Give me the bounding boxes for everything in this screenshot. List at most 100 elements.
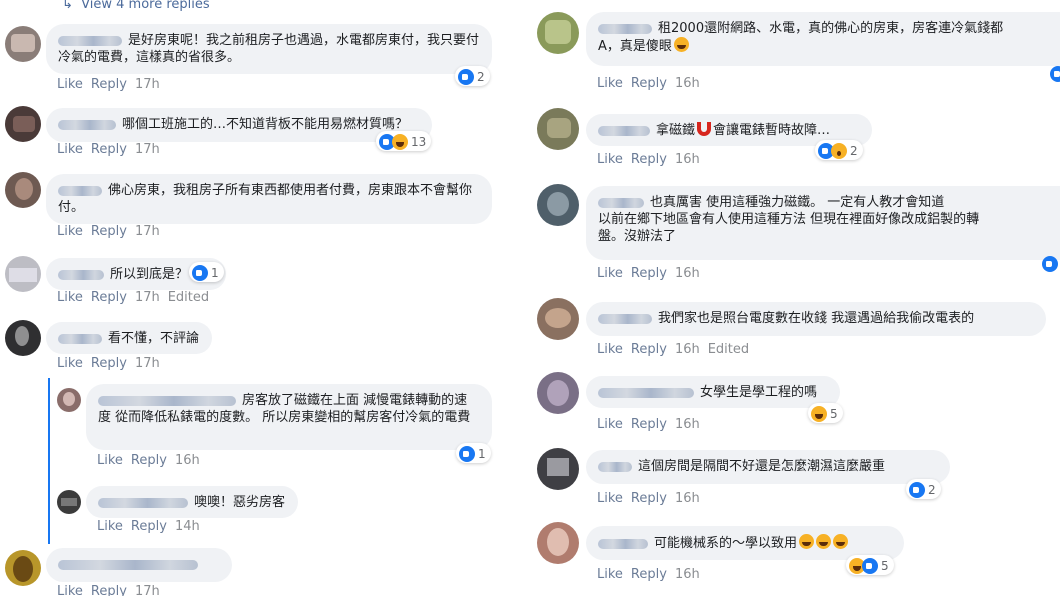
reaction-summary[interactable]: 13 <box>376 131 432 151</box>
like-link[interactable]: Like <box>597 567 623 582</box>
avatar[interactable] <box>5 26 41 62</box>
reply-link[interactable]: Reply <box>91 142 127 157</box>
timestamp[interactable]: 17h <box>135 224 160 239</box>
like-link[interactable]: Like <box>57 224 83 239</box>
comment-bubble: 這個房間是隔間不好還是怎麼潮濕這麼嚴重 <box>586 450 950 484</box>
timestamp[interactable]: 16h <box>675 152 700 167</box>
reply-link[interactable]: Reply <box>131 453 167 468</box>
commenter-name[interactable] <box>598 197 644 208</box>
commenter-name[interactable] <box>598 461 632 472</box>
avatar[interactable] <box>57 490 81 514</box>
like-reaction-icon[interactable] <box>1042 256 1058 272</box>
comment-meta: Like Reply 16h Edited <box>597 342 757 357</box>
reaction-summary[interactable]: 1 <box>456 443 491 463</box>
like-link[interactable]: Like <box>597 76 623 91</box>
reply-link[interactable]: Reply <box>91 584 127 596</box>
like-link[interactable]: Like <box>57 584 83 596</box>
commenter-name[interactable] <box>58 119 116 130</box>
avatar[interactable] <box>5 106 41 142</box>
timestamp[interactable]: 16h <box>675 417 700 432</box>
commenter-name[interactable] <box>598 23 652 34</box>
avatar[interactable] <box>5 172 41 208</box>
avatar[interactable] <box>537 108 579 150</box>
reply-link[interactable]: Reply <box>631 76 667 91</box>
reaction-summary[interactable]: 2 <box>455 66 490 86</box>
like-link[interactable]: Like <box>57 356 83 371</box>
view-more-replies-link[interactable]: ↳ View 4 more replies <box>62 0 210 12</box>
reaction-summary[interactable]: 2 <box>815 140 863 160</box>
like-link[interactable]: Like <box>57 77 83 92</box>
reply-link[interactable]: Reply <box>631 152 667 167</box>
reaction-summary[interactable]: 2 <box>906 479 941 499</box>
timestamp[interactable]: 16h <box>675 567 700 582</box>
timestamp[interactable]: 14h <box>175 519 200 534</box>
comment-meta: Like Reply 16h <box>597 152 708 167</box>
reply-link[interactable]: Reply <box>631 491 667 506</box>
commenter-name[interactable] <box>58 559 198 570</box>
timestamp[interactable]: 16h <box>675 491 700 506</box>
timestamp[interactable]: 17h <box>135 584 160 596</box>
commenter-name[interactable] <box>598 313 652 324</box>
reply-link[interactable]: Reply <box>91 77 127 92</box>
avatar[interactable] <box>537 448 579 490</box>
avatar[interactable] <box>5 320 41 356</box>
avatar[interactable] <box>537 522 579 564</box>
avatar[interactable] <box>537 184 579 226</box>
wow-reaction-icon <box>831 143 847 159</box>
like-link[interactable]: Like <box>597 417 623 432</box>
commenter-name[interactable] <box>58 333 102 344</box>
like-link[interactable]: Like <box>597 266 623 281</box>
timestamp[interactable]: 16h <box>675 266 700 281</box>
commenter-name[interactable] <box>58 185 102 196</box>
timestamp[interactable]: 17h <box>135 77 160 92</box>
commenter-name[interactable] <box>598 387 694 398</box>
avatar[interactable] <box>5 256 41 292</box>
avatar[interactable] <box>57 388 81 412</box>
like-link[interactable]: Like <box>97 519 123 534</box>
comment-meta: Like Reply 17h <box>57 356 168 371</box>
reply-link[interactable]: Reply <box>91 356 127 371</box>
commenter-name[interactable] <box>98 395 236 406</box>
comment-meta: Like Reply 17h <box>57 224 168 239</box>
reply-link[interactable]: Reply <box>91 290 127 305</box>
reply-link[interactable]: Reply <box>91 224 127 239</box>
avatar[interactable] <box>5 550 41 586</box>
haha-reaction-icon <box>811 406 827 422</box>
like-link[interactable]: Like <box>597 491 623 506</box>
like-link[interactable]: Like <box>597 342 623 357</box>
like-reaction-icon[interactable] <box>1050 66 1060 82</box>
left-comment-panel: ↳ View 4 more replies 是好房東呢！我之前租房子也遇過，水電… <box>0 0 512 596</box>
commenter-name[interactable] <box>58 35 122 46</box>
reaction-summary[interactable]: 5 <box>846 555 894 575</box>
like-link[interactable]: Like <box>597 152 623 167</box>
reply-link[interactable]: Reply <box>631 266 667 281</box>
reply-link[interactable]: Reply <box>631 567 667 582</box>
like-reaction-icon <box>458 69 474 85</box>
reply-arrow-icon: ↳ <box>62 0 73 12</box>
like-link[interactable]: Like <box>97 453 123 468</box>
timestamp[interactable]: 17h <box>135 142 160 157</box>
reply-link[interactable]: Reply <box>631 342 667 357</box>
reply-link[interactable]: Reply <box>131 519 167 534</box>
reaction-summary[interactable]: 5 <box>808 403 843 423</box>
reply-meta: Like Reply 14h <box>97 519 208 534</box>
timestamp[interactable]: 16h <box>675 342 700 357</box>
magnet-emoji-icon <box>697 122 712 136</box>
commenter-name[interactable] <box>598 538 648 549</box>
timestamp[interactable]: 16h <box>175 453 200 468</box>
reaction-summary[interactable]: 1 <box>189 262 224 282</box>
timestamp[interactable]: 17h <box>135 356 160 371</box>
avatar[interactable] <box>537 298 579 340</box>
commenter-name[interactable] <box>58 269 104 280</box>
like-link[interactable]: Like <box>57 142 83 157</box>
timestamp[interactable]: 16h <box>675 76 700 91</box>
commenter-name[interactable] <box>98 497 188 508</box>
reply-link[interactable]: Reply <box>631 417 667 432</box>
commenter-name[interactable] <box>598 125 650 136</box>
avatar[interactable] <box>537 12 579 54</box>
like-link[interactable]: Like <box>57 290 83 305</box>
avatar[interactable] <box>537 372 579 414</box>
timestamp[interactable]: 17h <box>135 290 160 305</box>
comment-bubble: 女學生是學工程的嗎 <box>586 376 840 408</box>
comment-meta: Like Reply 17h <box>57 142 168 157</box>
